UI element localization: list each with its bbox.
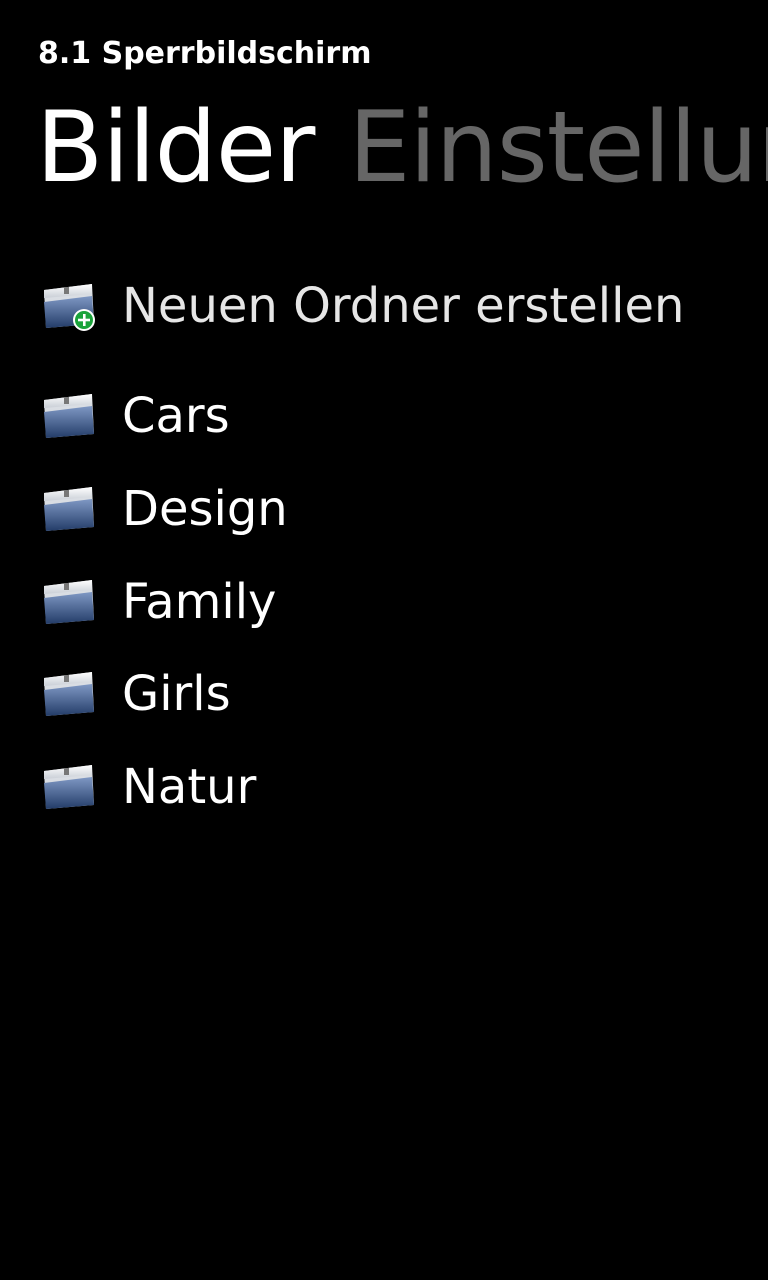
folder-item-cars[interactable]: Cars <box>40 380 740 452</box>
folder-label: Family <box>122 574 277 630</box>
new-folder-button[interactable]: Neuen Ordner erstellen <box>40 270 740 342</box>
new-folder-label: Neuen Ordner erstellen <box>122 278 685 334</box>
folder-label: Design <box>122 481 288 537</box>
pivot-header: Bilder Einstellungen <box>36 88 768 218</box>
folder-label: Natur <box>122 759 257 815</box>
folder-icon <box>44 580 94 624</box>
folder-icon <box>44 765 94 809</box>
folder-label: Girls <box>122 666 231 722</box>
folder-add-icon <box>44 284 95 331</box>
folder-item-family[interactable]: Family <box>40 566 740 638</box>
folder-icon <box>44 394 94 438</box>
folder-item-girls[interactable]: Girls <box>40 658 740 730</box>
folder-item-design[interactable]: Design <box>40 473 740 545</box>
folder-label: Cars <box>122 388 230 444</box>
folder-item-natur[interactable]: Natur <box>40 751 740 823</box>
folder-icon <box>44 487 94 531</box>
app-title: 8.1 Sperrbildschirm <box>38 36 372 71</box>
folder-icon <box>44 672 94 716</box>
pivot-tab-bilder[interactable]: Bilder <box>36 88 315 208</box>
pivot-tab-einstellungen[interactable]: Einstellungen <box>348 88 768 208</box>
